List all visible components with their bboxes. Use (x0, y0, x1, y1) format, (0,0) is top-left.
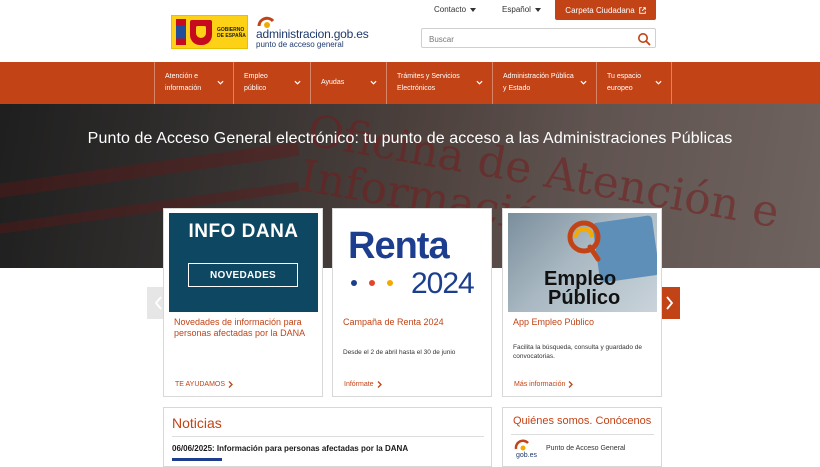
card-link-label: Infórmate (344, 381, 374, 388)
search-icon[interactable] (637, 32, 651, 46)
card-link-label: Más información (514, 381, 566, 388)
dana-image-title: INFO DANA (188, 221, 299, 242)
gobierno-de-espana-logo[interactable]: GOBIERNO DE ESPAÑA (171, 15, 248, 49)
top-links: Contacto Español (434, 5, 541, 14)
empleo-image-line2: Público (548, 287, 621, 309)
hero-title: Punto de Acceso General electrónico: tu … (87, 130, 733, 147)
chevron-down-icon (294, 80, 301, 85)
empleo-image: Empleo Público (508, 213, 657, 312)
chevron-right-icon (228, 381, 233, 388)
chevron-down-icon (217, 80, 224, 85)
main-nav: Atención e información Empleo público Ay… (0, 62, 820, 104)
card-description: Desde el 2 de abril hasta el 30 de junio (343, 349, 456, 356)
nav-item-label: Atención e (165, 73, 199, 80)
carousel-card-dana[interactable]: INFO DANA NOVEDADES Novedades de informa… (163, 208, 323, 397)
empleo-logo-icon (567, 220, 601, 262)
external-link-icon (638, 6, 646, 14)
spain-flag-icon (176, 19, 186, 45)
card-title[interactable]: Novedades de información para personas a… (174, 317, 314, 339)
coat-of-arms-icon (190, 20, 212, 45)
noticias-title: Noticias (172, 415, 222, 431)
nav-item-europeo[interactable]: Tu espacio europeo (596, 62, 672, 104)
renta-image-title: Renta (348, 225, 450, 267)
chevron-left-icon (154, 296, 162, 310)
noticias-panel: Noticias 06/06/2025: Información para pe… (163, 407, 492, 467)
pag-logo-subtitle: punto de acceso general (256, 40, 344, 49)
chevron-down-icon (370, 80, 377, 85)
nav-item-ayudas[interactable]: Ayudas (310, 62, 386, 104)
chevron-down-icon (655, 80, 662, 85)
dana-image-badge: NOVEDADES (188, 263, 298, 287)
quienes-somos-panel: Quiénes somos. Conócenos gob.es Punto de… (502, 407, 662, 467)
gov-logo-text: GOBIERNO DE ESPAÑA (217, 27, 246, 39)
gob-es-logo-text: gob.es (516, 452, 538, 459)
pag-logo-title: administracion.gob.es (256, 27, 369, 41)
site-header: GOBIERNO DE ESPAÑA administracion.gob.es… (0, 0, 820, 62)
chevron-down-icon (476, 80, 483, 85)
renta-image: Renta 2024 (338, 213, 487, 312)
gob-es-logo[interactable]: gob.es (513, 439, 543, 459)
search-input[interactable] (422, 30, 622, 49)
nav-item-label: y Estado (503, 85, 531, 92)
card-link[interactable]: TE AYUDAMOS (175, 381, 233, 388)
renta-dot (387, 280, 393, 286)
nav-item-administracion[interactable]: Administración Pública y Estado (492, 62, 596, 104)
nav-item-label: europeo (607, 85, 633, 92)
nav-item-label: Electrónicos (397, 85, 436, 92)
nav-item-label: Tu espacio (607, 73, 641, 80)
chevron-right-icon (377, 381, 382, 388)
chevron-right-icon (665, 296, 673, 310)
carousel-card-renta[interactable]: Renta 2024 Campaña de Renta 2024 Desde e… (332, 208, 492, 397)
nav-item-atencion[interactable]: Atención e información (154, 62, 233, 104)
card-link-label: TE AYUDAMOS (175, 381, 226, 388)
chevron-right-icon (568, 381, 574, 388)
language-dropdown[interactable]: Español (502, 5, 541, 14)
card-description: Facilita la búsqueda, consulta y guardad… (513, 344, 643, 360)
card-link[interactable]: Infórmate (344, 381, 382, 388)
nav-item-label: Empleo (244, 73, 268, 80)
carpeta-label: Carpeta Ciudadana (565, 5, 635, 15)
nav-item-label: información (165, 85, 202, 92)
carpeta-ciudadana-button[interactable]: Carpeta Ciudadana (555, 0, 656, 20)
carousel-card-empleo[interactable]: Empleo Público App Empleo Público Facili… (502, 208, 662, 397)
news-headline-link[interactable]: 06/06/2025: Información para personas af… (172, 444, 408, 453)
administracion-gob-logo[interactable]: administracion.gob.es punto de acceso ge… (254, 13, 384, 49)
quienes-title: Quiénes somos. Conócenos (513, 415, 652, 427)
renta-image-year: 2024 (411, 267, 475, 300)
nav-item-empleo[interactable]: Empleo público (233, 62, 310, 104)
card-link[interactable]: Más información (514, 381, 574, 388)
nav-item-label: Trámites y Servicios (397, 73, 460, 80)
language-label: Español (502, 5, 531, 14)
nav-item-tramites[interactable]: Trámites y Servicios Electrónicos (386, 62, 492, 104)
divider (511, 434, 654, 435)
nav-item-label: Administración Pública (503, 73, 574, 80)
dana-image: INFO DANA NOVEDADES (169, 213, 318, 312)
card-title[interactable]: Campaña de Renta 2024 (343, 317, 483, 328)
contact-label: Contacto (434, 5, 467, 14)
nav-item-label: Ayudas (321, 79, 345, 86)
contact-dropdown[interactable]: Contacto (434, 5, 477, 14)
divider (172, 436, 484, 437)
search-box (421, 28, 656, 49)
card-title[interactable]: App Empleo Público (513, 317, 653, 328)
nav-item-label: público (244, 85, 267, 92)
renta-dot (351, 280, 357, 286)
chevron-down-icon (580, 80, 587, 85)
quienes-item-link[interactable]: Punto de Acceso General (546, 445, 625, 452)
caret-down-icon (534, 7, 541, 12)
caret-down-icon (470, 7, 477, 12)
renta-dot (369, 280, 375, 286)
